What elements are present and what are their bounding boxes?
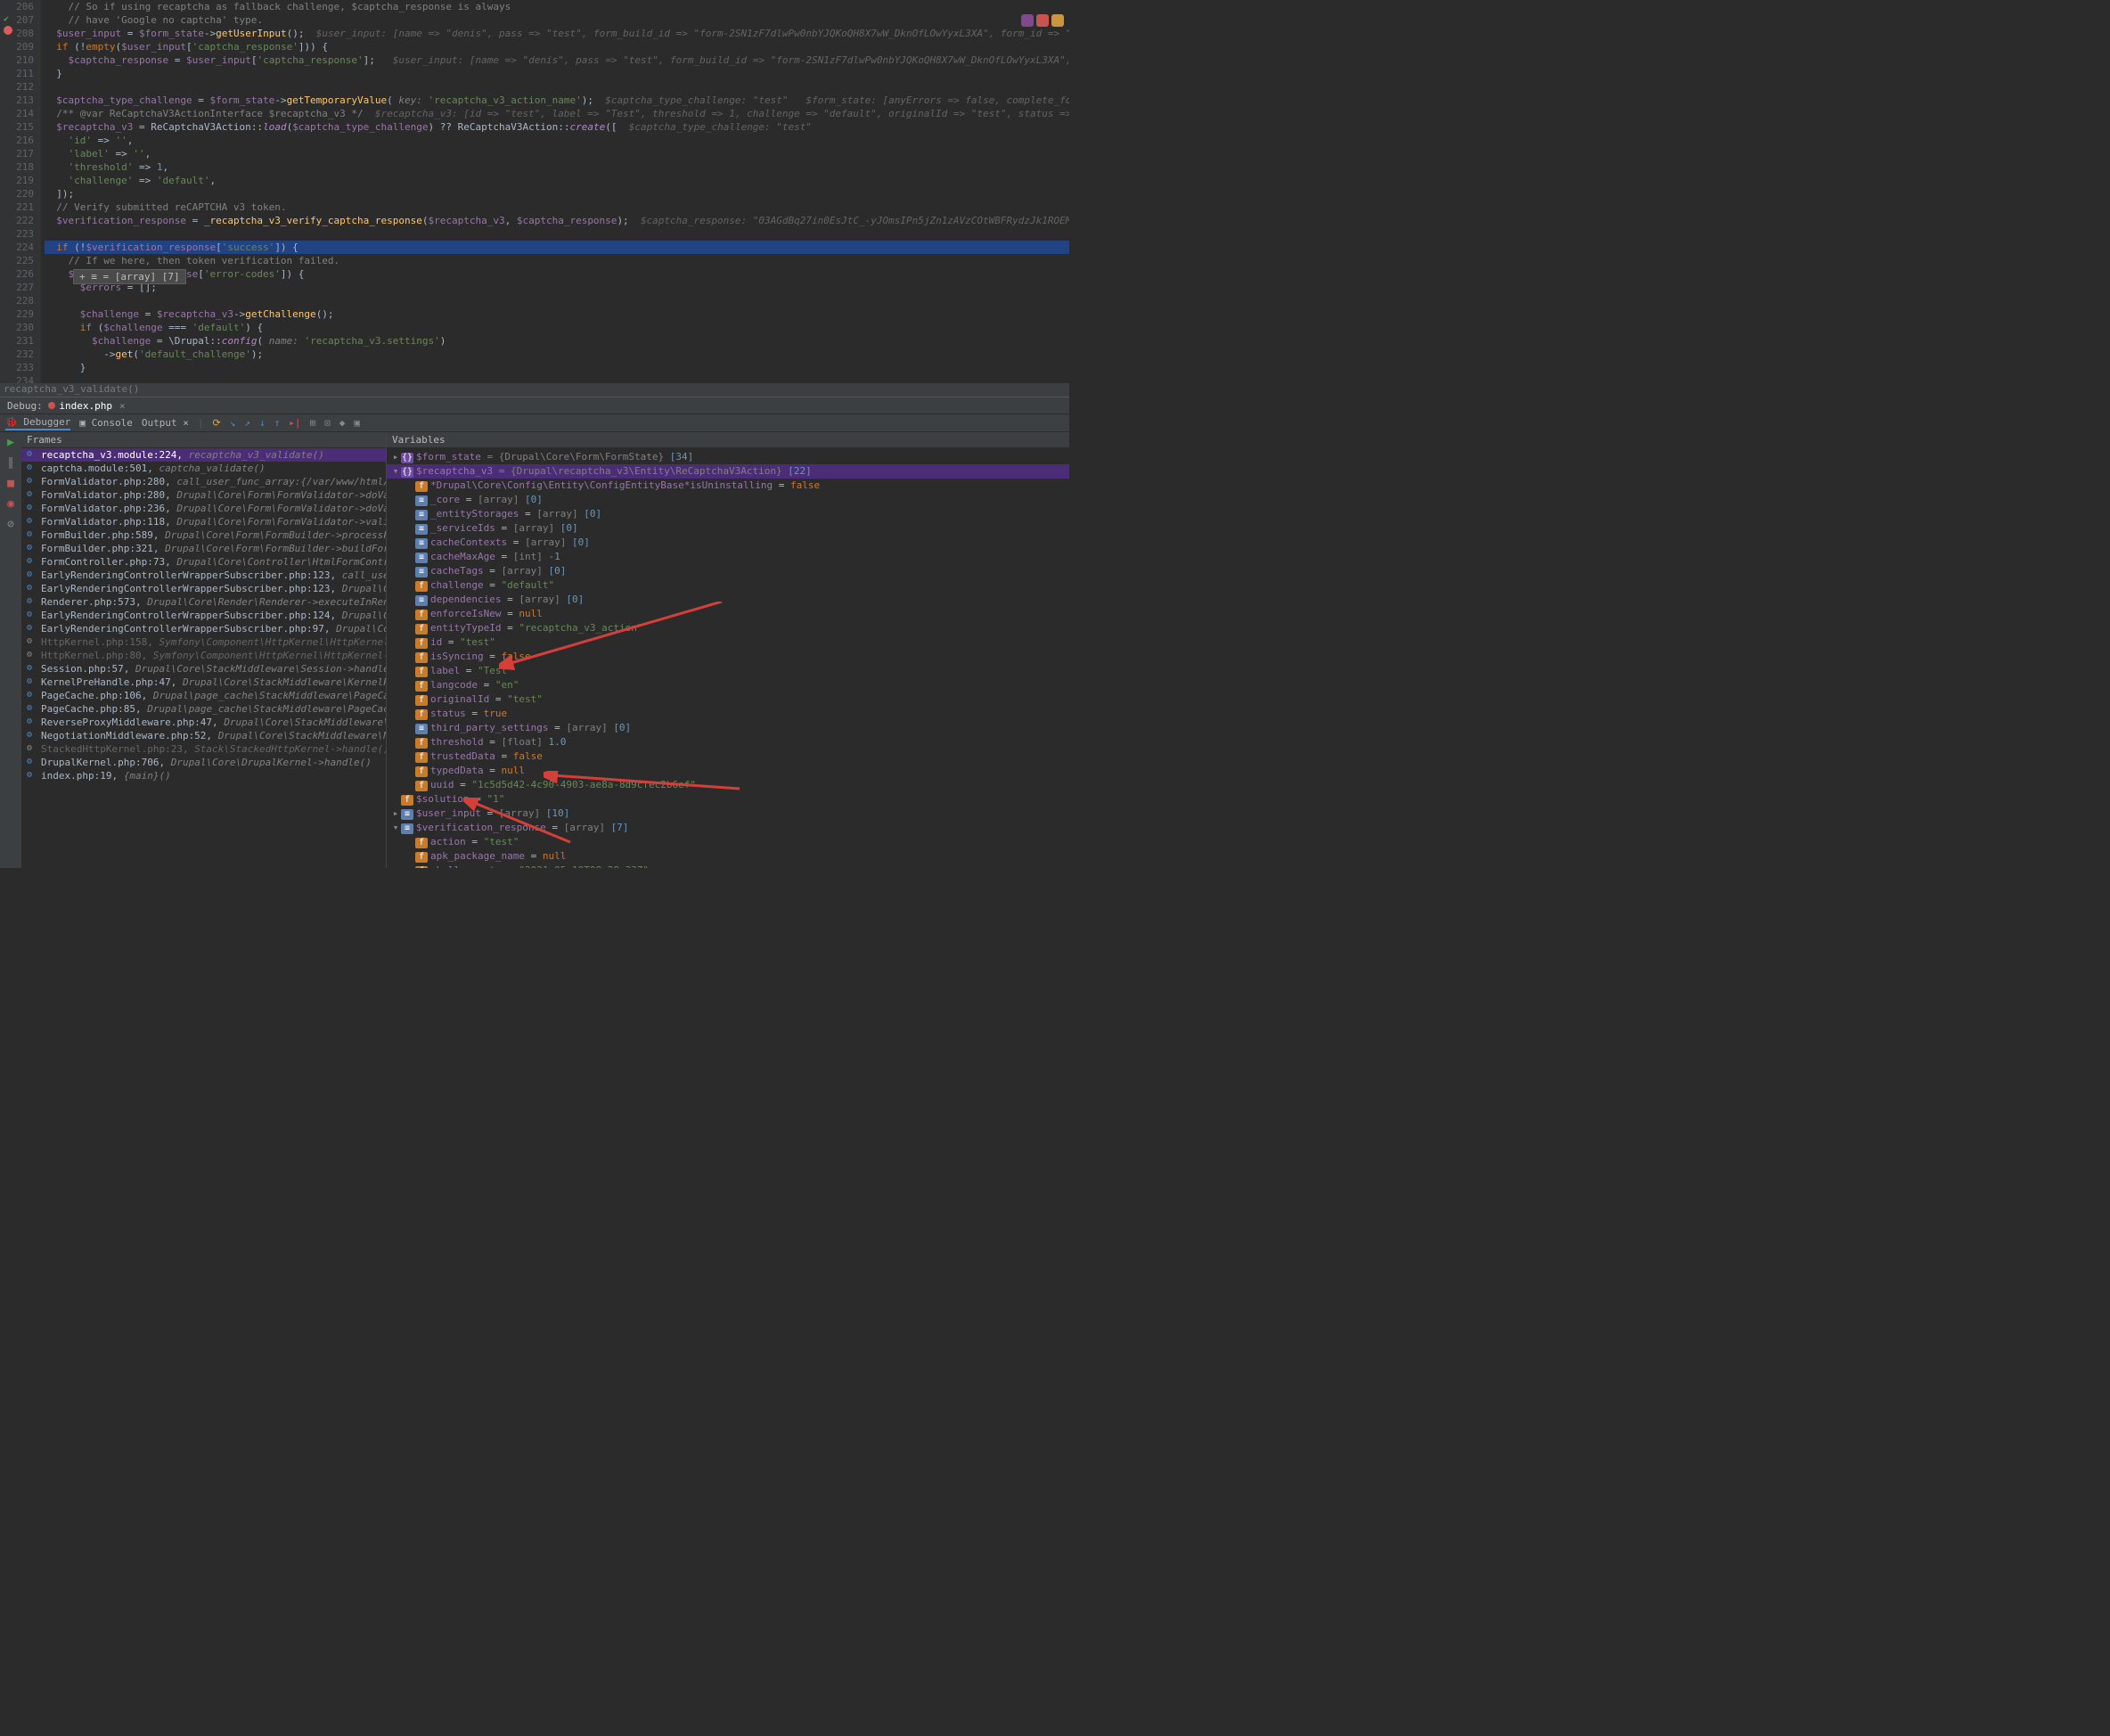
stack-frame[interactable]: Session.php:57, Drupal\Core\StackMiddlew… [21,662,386,676]
frames-title: Frames [21,432,386,448]
frames-list[interactable]: recaptcha_v3.module:224, recaptcha_v3_va… [21,448,386,868]
stack-frame[interactable]: captcha.module:501, captcha_validate() [21,462,386,475]
purple-badge-icon [1021,14,1034,27]
variable-node[interactable]: ▸≡$user_input = [array] [10] [387,807,1069,821]
debug-label: Debug: [7,400,43,412]
stack-frame[interactable]: HttpKernel.php:158, Symfony\Component\Ht… [21,635,386,649]
code-area[interactable]: // So if using recaptcha as fallback cha… [41,0,1069,383]
stack-frame[interactable]: FormBuilder.php:321, Drupal\Core\Form\Fo… [21,542,386,555]
step-icon[interactable]: ↓ [259,417,266,429]
active-dot-icon [48,402,55,409]
yellow-badge-icon [1051,14,1064,27]
variables-title: Variables [387,432,1069,448]
line-gutter: ✔ 20620720820921021121221321421521621721… [0,0,41,383]
variable-node[interactable]: flabel = "Test" [387,664,1069,678]
breakpoint-icon[interactable] [4,26,12,35]
stack-frame[interactable]: HttpKernel.php:80, Symfony\Component\Htt… [21,649,386,662]
view-breakpoints-icon[interactable]: ◉ [7,497,14,511]
debug-body: ▶ ∥ ■ ◉ ⊘ Frames recaptcha_v3.module:224… [0,432,1069,868]
variable-node[interactable]: f$solution = "1" [387,792,1069,807]
variable-node[interactable]: ≡cacheContexts = [array] [0] [387,536,1069,550]
variable-node[interactable]: fthreshold = [float] 1.0 [387,735,1069,749]
stack-frame[interactable]: EarlyRenderingControllerWrapperSubscribe… [21,609,386,622]
mute-breakpoints-icon[interactable]: ⊘ [7,518,14,531]
variable-node[interactable]: fstatus = true [387,707,1069,721]
stack-frame[interactable]: FormValidator.php:280, Drupal\Core\Form\… [21,488,386,502]
variable-node[interactable]: fchallenge = "default" [387,578,1069,593]
step-over-icon[interactable]: ⟳ [213,417,221,429]
more-icon[interactable]: ⊡ [324,417,331,429]
red-badge-icon [1036,14,1049,27]
variable-node[interactable]: ▸{}$form_state = {Drupal\Core\Form\FormS… [387,450,1069,464]
variable-node[interactable]: fchallenge_ts = "2021-05-19T08:28:33Z" [387,864,1069,868]
stack-frame[interactable]: ReverseProxyMiddleware.php:47, Drupal\Co… [21,716,386,729]
variable-node[interactable]: fuuid = "1c5d5d42-4c90-4903-ae8a-8d9cfec… [387,778,1069,792]
stack-frame[interactable]: Renderer.php:573, Drupal\Core\Render\Ren… [21,595,386,609]
variable-node[interactable]: faction = "test" [387,835,1069,849]
tab-console[interactable]: ▣ Console [79,417,133,429]
stack-frame[interactable]: EarlyRenderingControllerWrapperSubscribe… [21,622,386,635]
pause-icon[interactable]: ∥ [8,456,14,470]
stack-frame[interactable]: recaptcha_v3.module:224, recaptcha_v3_va… [21,448,386,462]
stack-frame[interactable]: DrupalKernel.php:706, Drupal\Core\Drupal… [21,756,386,769]
stack-frame[interactable]: FormValidator.php:236, Drupal\Core\Form\… [21,502,386,515]
stack-frame[interactable]: EarlyRenderingControllerWrapperSubscribe… [21,582,386,595]
variable-node[interactable]: foriginalId = "test" [387,692,1069,707]
function-context: recaptcha_v3_validate() [0,383,1069,397]
checkmark-icon: ✔ [4,12,9,26]
variable-node[interactable]: flangcode = "en" [387,678,1069,692]
variables-panel: Variables ▸{}$form_state = {Drupal\Core\… [387,432,1069,868]
inspection-icons [1021,14,1064,27]
variable-node[interactable]: ≡_serviceIds = [array] [0] [387,521,1069,536]
close-icon[interactable]: × [119,400,126,412]
stack-frame[interactable]: KernelPreHandle.php:47, Drupal\Core\Stac… [21,676,386,689]
debug-side-toolbar: ▶ ∥ ■ ◉ ⊘ [0,432,21,868]
stack-frame[interactable]: FormController.php:73, Drupal\Core\Contr… [21,555,386,569]
variables-list[interactable]: ▸{}$form_state = {Drupal\Core\Form\FormS… [387,448,1069,868]
stack-frame[interactable]: PageCache.php:106, Drupal\page_cache\Sta… [21,689,386,702]
variable-node[interactable]: fisSyncing = false [387,650,1069,664]
stack-frame[interactable]: index.php:19, {main}() [21,769,386,782]
settings-icon[interactable]: ◆ [339,417,346,429]
stack-frame[interactable]: EarlyRenderingControllerWrapperSubscribe… [21,569,386,582]
step-out-icon[interactable]: ↗ [244,417,250,429]
resume-icon[interactable]: ▶ [7,436,14,449]
debug-session-tab[interactable]: index.php [59,400,112,412]
variable-node[interactable]: ftypedData = null [387,764,1069,778]
variable-node[interactable]: fentityTypeId = "recaptcha_v3_action" [387,621,1069,635]
variable-node[interactable]: ≡_entityStorages = [array] [0] [387,507,1069,521]
extra-icon[interactable]: ▣ [354,417,360,429]
stack-frame[interactable]: FormBuilder.php:589, Drupal\Core\Form\Fo… [21,528,386,542]
variable-node[interactable]: ≡cacheMaxAge = [int] -1 [387,550,1069,564]
variable-node[interactable]: f*Drupal\Core\Config\Entity\ConfigEntity… [387,479,1069,493]
step-up-icon[interactable]: ↑ [274,417,281,429]
variable-node[interactable]: fapk_package_name = null [387,849,1069,864]
tab-debugger[interactable]: 🐞 Debugger [5,416,70,430]
variable-node[interactable]: ▾{}$recaptcha_v3 = {Drupal\recaptcha_v3\… [387,464,1069,479]
stack-frame[interactable]: PageCache.php:85, Drupal\page_cache\Stac… [21,702,386,716]
variable-node[interactable]: ftrustedData = false [387,749,1069,764]
stack-frame[interactable]: StackedHttpKernel.php:23, Stack\StackedH… [21,742,386,756]
code-editor[interactable]: ✔ 20620720820921021121221321421521621721… [0,0,1069,383]
variable-node[interactable]: fid = "test" [387,635,1069,650]
tab-output[interactable]: Output × [142,417,189,429]
variable-node[interactable]: fenforceIsNew = null [387,607,1069,621]
variable-node[interactable]: ≡_core = [array] [0] [387,493,1069,507]
frames-panel: Frames recaptcha_v3.module:224, recaptch… [21,432,387,868]
stack-frame[interactable]: NegotiationMiddleware.php:52, Drupal\Cor… [21,729,386,742]
variable-node[interactable]: ≡dependencies = [array] [0] [387,593,1069,607]
step-into-icon[interactable]: ↘ [230,417,236,429]
variable-node[interactable]: ≡third_party_settings = [array] [0] [387,721,1069,735]
stop-icon[interactable]: ■ [7,477,14,490]
evaluate-icon[interactable]: ⊞ [310,417,316,429]
value-tooltip: + ≡ = [array] [7] [73,269,186,284]
run-to-cursor-icon[interactable]: ▸| [289,417,300,429]
stack-frame[interactable]: FormValidator.php:280, call_user_func_ar… [21,475,386,488]
variable-node[interactable]: ≡cacheTags = [array] [0] [387,564,1069,578]
stack-frame[interactable]: FormValidator.php:118, Drupal\Core\Form\… [21,515,386,528]
variable-node[interactable]: ▾≡$verification_response = [array] [7] [387,821,1069,835]
debug-toolbar: 🐞 Debugger ▣ Console Output × | ⟳ ↘ ↗ ↓ … [0,414,1069,432]
debug-header: Debug: index.php × [0,397,1069,414]
